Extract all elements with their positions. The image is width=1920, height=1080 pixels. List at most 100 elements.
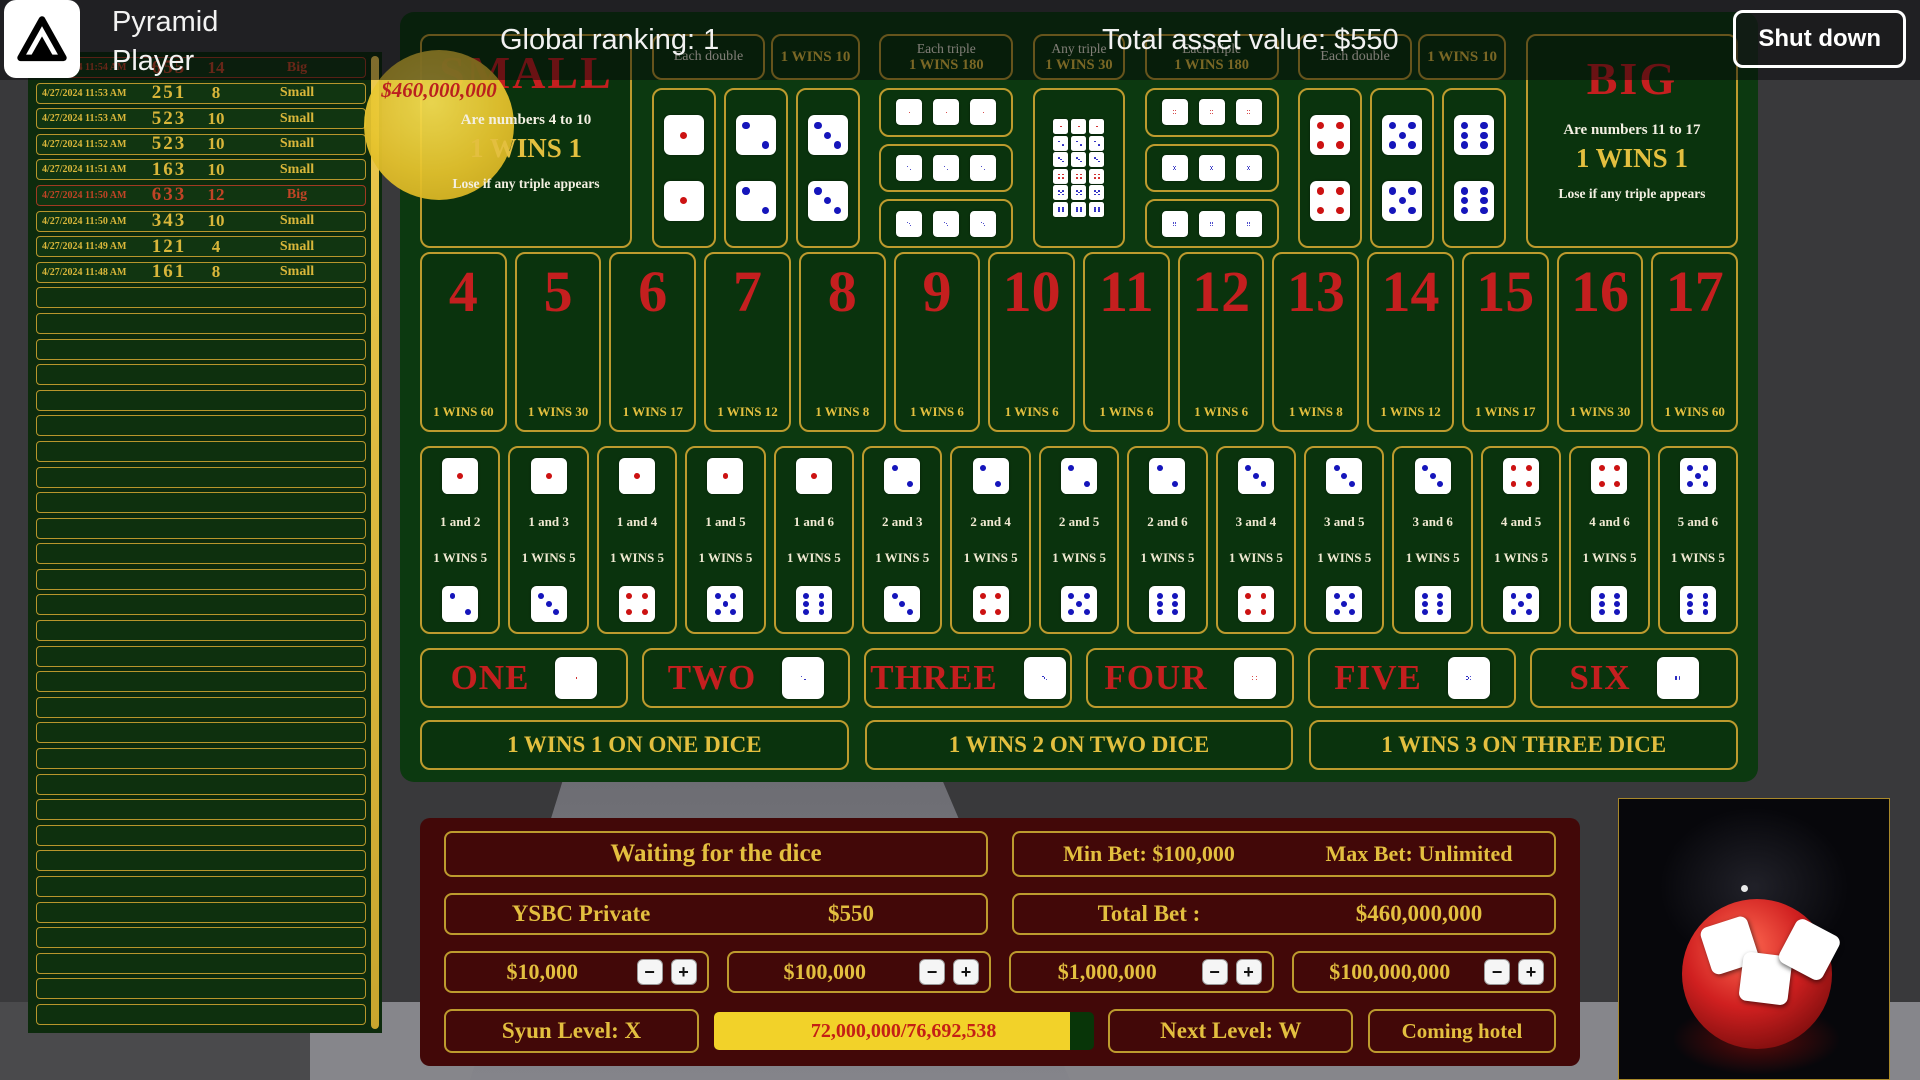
any-triple-row-3	[1053, 152, 1105, 168]
history-row: 4/27/2024 11:50 AM 633 12 Big	[36, 184, 366, 206]
any-triple-row-5	[1053, 185, 1105, 201]
bet-double-2[interactable]	[723, 88, 788, 248]
bet-single-five[interactable]: FIVE	[1308, 648, 1516, 708]
history-scrollbar[interactable]	[371, 56, 379, 1029]
bet-double-1[interactable]	[651, 88, 716, 248]
bet-combo-3-4[interactable]: 3 and 4 1 WINS 5	[1215, 446, 1297, 634]
bet-combo-5-6[interactable]: 5 and 6 1 WINS 5	[1657, 446, 1739, 634]
history-row-empty	[36, 696, 366, 718]
chip-3-plus-button[interactable]: +	[1235, 959, 1262, 985]
combo-odds: 1 WINS 5	[433, 550, 488, 565]
die-5	[1326, 586, 1363, 622]
bet-single-four[interactable]: FOUR	[1086, 648, 1294, 708]
bet-combo-1-4[interactable]: 1 and 4 1 WINS 5	[596, 446, 678, 634]
bet-total-4[interactable]: 4 1 WINS 60	[420, 252, 507, 432]
bet-triple-4[interactable]	[1144, 88, 1279, 137]
bet-any-triple[interactable]	[1032, 88, 1125, 248]
chip-2-plus-button[interactable]: +	[953, 959, 979, 985]
bet-combo-2-3[interactable]: 2 and 3 1 WINS 5	[862, 446, 943, 634]
bet-single-two[interactable]: TWO	[642, 648, 850, 708]
bet-combo-2-5[interactable]: 2 and 5 1 WINS 5	[1038, 446, 1120, 634]
coming-hotel-button[interactable]: Coming hotel	[1367, 1009, 1556, 1053]
bet-total-11[interactable]: 11 1 WINS 6	[1083, 252, 1170, 432]
dice-odds-3[interactable]: 1 WINS 3 ON THREE DICE	[1309, 720, 1739, 770]
bet-combo-2-6[interactable]: 2 and 6 1 WINS 5	[1127, 446, 1208, 634]
history-row-empty	[36, 389, 366, 411]
bet-double-6[interactable]	[1442, 88, 1507, 248]
chip-4-minus-button[interactable]: −	[1484, 959, 1510, 985]
total-odds: 1 WINS 12	[717, 404, 778, 419]
chip-2-minus-button[interactable]: −	[919, 959, 945, 985]
chip-1[interactable]: $10,000 − +	[444, 951, 709, 993]
bet-triple-1[interactable]	[879, 88, 1014, 137]
chip-4-plus-button[interactable]: +	[1518, 959, 1544, 985]
bet-total-17[interactable]: 17 1 WINS 60	[1651, 252, 1739, 432]
chip-3[interactable]: $1,000,000 − +	[1009, 951, 1274, 993]
die-3	[530, 586, 567, 622]
bet-combo-1-5[interactable]: 1 and 5 1 WINS 5	[685, 446, 766, 634]
history-date: 4/27/2024 11:50 AM	[42, 215, 127, 227]
die-4	[1310, 180, 1351, 221]
bet-total-8[interactable]: 8 1 WINS 8	[798, 252, 886, 432]
bet-total-6[interactable]: 6 1 WINS 17	[609, 252, 697, 432]
bet-double-3[interactable]	[795, 88, 860, 248]
bet-triple-3[interactable]	[879, 199, 1014, 249]
bet-double-5[interactable]	[1370, 88, 1435, 248]
chip-2[interactable]: $100,000 − +	[726, 951, 991, 993]
bet-combo-1-6[interactable]: 1 and 6 1 WINS 5	[773, 446, 855, 634]
bet-triple-5[interactable]	[1144, 143, 1279, 193]
bet-single-one[interactable]: ONE	[420, 648, 628, 708]
combos-row: 1 and 2 1 WINS 5 1 and 3 1 WINS 5 1 and 4 1 W…	[420, 446, 1739, 634]
bet-total-9[interactable]: 9 1 WINS 6	[893, 252, 981, 432]
total-number: 12	[1192, 259, 1251, 324]
chip-4[interactable]: $100,000,000 − +	[1291, 951, 1556, 993]
bet-total-14[interactable]: 14 1 WINS 12	[1367, 252, 1454, 432]
chip-1-plus-button[interactable]: +	[670, 959, 697, 985]
history-row: 4/27/2024 11:52 AM 523 10 Small	[36, 133, 366, 155]
bet-combo-1-2[interactable]: 1 and 2 1 WINS 5	[420, 446, 501, 634]
chip-1-minus-button[interactable]: −	[636, 959, 663, 985]
bet-combo-2-4[interactable]: 2 and 4 1 WINS 5	[950, 446, 1031, 634]
die-1	[663, 115, 704, 156]
bet-total-5[interactable]: 5 1 WINS 30	[514, 252, 602, 432]
bet-combo-4-5[interactable]: 4 and 5 1 WINS 5	[1480, 446, 1562, 634]
bet-total-15[interactable]: 15 1 WINS 17	[1461, 252, 1549, 432]
die-6	[1198, 210, 1225, 237]
bet-total-10[interactable]: 10 1 WINS 6	[988, 252, 1076, 432]
bet-triple-2[interactable]	[879, 143, 1014, 193]
total-number: 16	[1570, 259, 1629, 324]
total-number: 15	[1476, 259, 1535, 324]
bet-combo-3-5[interactable]: 3 and 5 1 WINS 5	[1304, 446, 1385, 634]
single-word: ONE	[450, 658, 530, 697]
shutdown-button[interactable]: Shut down	[1733, 10, 1906, 68]
bet-triple-6[interactable]	[1144, 199, 1279, 249]
history-row-empty	[36, 748, 366, 770]
bet-total-12[interactable]: 12 1 WINS 6	[1177, 252, 1265, 432]
bet-total-7[interactable]: 7 1 WINS 12	[704, 252, 791, 432]
dice-odds-2[interactable]: 1 WINS 2 ON TWO DICE	[864, 720, 1294, 770]
history-sum: 12	[207, 185, 225, 205]
die-3	[1089, 152, 1105, 168]
combo-odds: 1 WINS 5	[1140, 550, 1195, 565]
bet-single-three[interactable]: THREE	[864, 648, 1072, 708]
single-word: FOUR	[1104, 658, 1208, 697]
bet-double-4[interactable]	[1298, 88, 1363, 248]
app-logo[interactable]	[4, 0, 80, 78]
total-number: 13	[1286, 259, 1345, 324]
history-row-empty	[36, 287, 366, 309]
die-3	[1071, 152, 1087, 168]
chip-value: $100,000,000	[1329, 959, 1451, 984]
bet-combo-4-6[interactable]: 4 and 6 1 WINS 5	[1569, 446, 1650, 634]
bet-single-six[interactable]: SIX	[1530, 648, 1738, 708]
bet-combo-3-6[interactable]: 3 and 6 1 WINS 5	[1392, 446, 1473, 634]
bet-total-13[interactable]: 13 1 WINS 8	[1272, 252, 1360, 432]
dice-odds-1[interactable]: 1 WINS 1 ON ONE DICE	[420, 720, 849, 770]
chip-3-minus-button[interactable]: −	[1201, 959, 1228, 985]
bet-combo-1-3[interactable]: 1 and 3 1 WINS 5	[508, 446, 589, 634]
combo-odds: 1 WINS 5	[875, 550, 930, 565]
combo-odds: 1 WINS 5	[786, 550, 841, 565]
bet-total-16[interactable]: 16 1 WINS 30	[1556, 252, 1644, 432]
die-3	[1053, 152, 1069, 168]
die-1	[1089, 119, 1105, 135]
total-number: 10	[1002, 259, 1061, 324]
